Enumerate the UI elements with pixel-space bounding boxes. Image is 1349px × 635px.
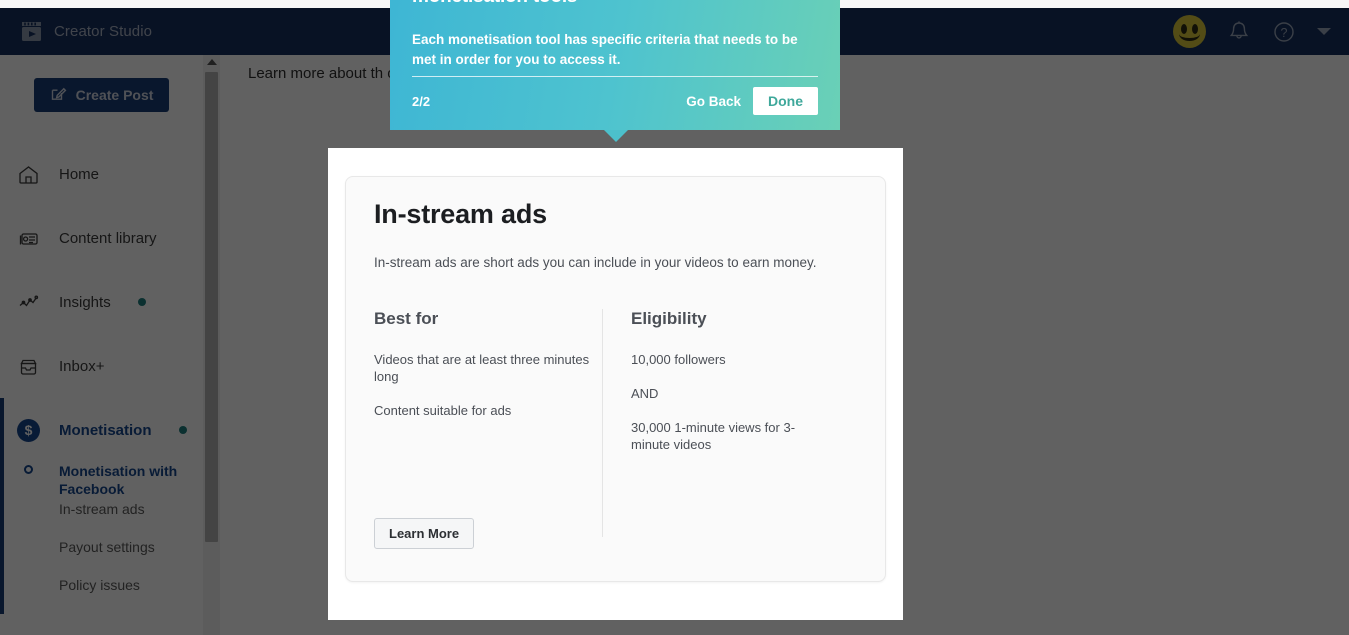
smiley-avatar[interactable]: [1173, 15, 1206, 48]
go-back-button[interactable]: Go Back: [686, 94, 741, 109]
tooltip-title: monetisation tools: [412, 0, 818, 8]
column-line: 30,000 1-minute views for 3-minute video…: [631, 420, 796, 452]
compose-pencil-icon: [50, 85, 67, 105]
sidebar-subitem-label: Payout settings: [59, 539, 155, 555]
tooltip-step-counter: 2/2: [412, 93, 431, 109]
clapperboard-play-icon: [20, 20, 43, 43]
column-line: Videos that are at least three minutes l…: [374, 352, 590, 384]
column-eligibility: Eligibility 10,000 followers AND 30,000 …: [602, 309, 830, 537]
tooltip-divider: [412, 76, 818, 77]
sidebar-subitem-payout-settings[interactable]: Payout settings: [0, 538, 203, 576]
sidebar-subitem-label: In-stream ads: [59, 501, 145, 517]
brand-label: Creator Studio: [54, 23, 153, 40]
sidebar-scrollbar[interactable]: [203, 55, 220, 635]
tooltip-actions: Go Back Done: [686, 87, 818, 115]
sidebar-item-badge-dot: [178, 426, 187, 434]
column-line: Content suitable for ads: [374, 403, 512, 418]
sidebar-item-home[interactable]: Home: [0, 142, 203, 206]
sidebar-subitem-label: Policy issues: [59, 577, 140, 593]
sidebar-subitem-policy-issues[interactable]: Policy issues: [0, 576, 203, 614]
sidebar-subitem-in-stream-ads[interactable]: In-stream ads: [0, 500, 203, 538]
question-circle-icon[interactable]: ?: [1272, 19, 1296, 45]
sidebar-item-monetisation[interactable]: $ Monetisation: [0, 398, 203, 462]
scroll-thumb[interactable]: [205, 72, 218, 542]
column-heading: Eligibility: [631, 309, 707, 328]
modal-card: In-stream ads In-stream ads are short ad…: [345, 176, 886, 582]
create-post-button[interactable]: Create Post: [34, 78, 169, 112]
tooltip-arrow: [604, 130, 628, 142]
page-title: In-stream ads: [374, 199, 547, 229]
home-icon: [16, 162, 41, 187]
column-best-for: Best for Videos that are at least three …: [374, 309, 602, 537]
monetisation-group: $ Monetisation Monetisation with Faceboo…: [0, 398, 203, 614]
column-line: 10,000 followers: [631, 352, 726, 367]
sidebar-item-content-library[interactable]: Content library: [0, 206, 203, 270]
learn-more-button[interactable]: Learn More: [374, 518, 475, 549]
sidebar-item-label: Inbox+: [59, 357, 105, 375]
dollar-circle-icon: $: [16, 418, 41, 443]
top-bar-actions: ?: [1173, 15, 1349, 48]
modal-subtitle: In-stream ads are short ads you can incl…: [374, 255, 817, 270]
sidebar-item-badge-dot: [137, 298, 146, 306]
scroll-up-arrow-icon[interactable]: [207, 59, 217, 65]
sidebar-nav: Home Content library Insights Inbox+ $ M…: [0, 142, 203, 614]
insights-chart-icon: [16, 290, 41, 315]
tooltip-body: Each monetisation tool has specific crit…: [412, 32, 798, 67]
inbox-icon: [16, 354, 41, 379]
modal-columns: Best for Videos that are at least three …: [374, 309, 864, 537]
sidebar-item-label: Insights: [59, 293, 111, 311]
sidebar-subitem-label: Monetisation with Facebook: [59, 463, 178, 497]
sidebar-subitem-monetisation-with-facebook[interactable]: Monetisation with Facebook: [0, 462, 203, 500]
sidebar: Create Post Home Content library Insight…: [0, 55, 203, 635]
in-stream-ads-modal: In-stream ads In-stream ads are short ad…: [328, 148, 903, 620]
sidebar-item-label: Monetisation: [59, 421, 152, 439]
chevron-down-icon[interactable]: [1317, 28, 1331, 35]
brand[interactable]: Creator Studio: [0, 20, 152, 43]
sidebar-item-inbox[interactable]: Inbox+: [0, 334, 203, 398]
create-post-label: Create Post: [75, 87, 154, 103]
onboarding-tooltip: monetisation tools Each monetisation too…: [390, 0, 840, 130]
ring-bullet-icon: [16, 462, 41, 474]
column-line: AND: [631, 386, 659, 401]
subitem-indent: [16, 538, 41, 541]
svg-text:?: ?: [1281, 26, 1288, 40]
sidebar-item-label: Home: [59, 165, 100, 183]
sidebar-item-label: Content library: [59, 229, 157, 247]
avatar-mouth: [1179, 27, 1200, 41]
library-icon: [16, 226, 41, 251]
column-heading: Best for: [374, 309, 439, 328]
done-button[interactable]: Done: [753, 87, 818, 115]
subitem-indent: [16, 576, 41, 579]
tooltip-footer: 2/2 Go Back Done: [412, 86, 818, 116]
sidebar-item-insights[interactable]: Insights: [0, 270, 203, 334]
bell-icon[interactable]: [1227, 19, 1251, 45]
subitem-indent: [16, 500, 41, 503]
